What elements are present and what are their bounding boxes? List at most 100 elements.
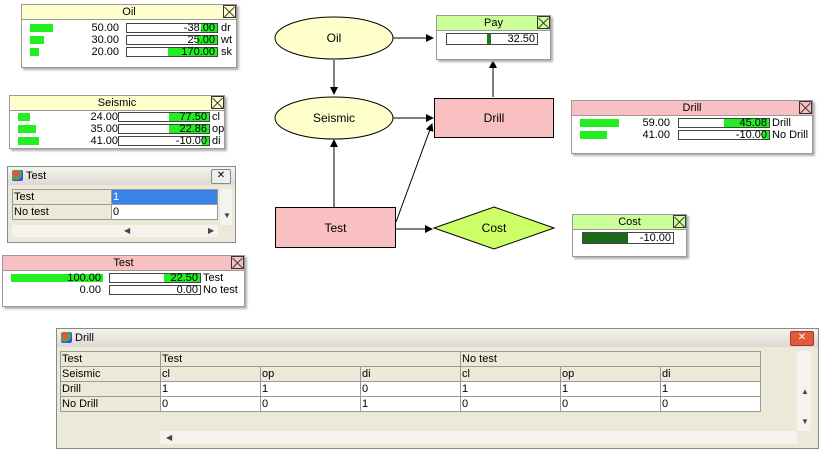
table-header-row: Test Test No test — [60, 351, 762, 367]
table-row: Drill 1 1 0 1 1 1 — [60, 381, 762, 397]
state-label: Drill — [772, 117, 791, 129]
table-cell[interactable]: 0 — [460, 396, 562, 412]
close-icon[interactable] — [799, 101, 812, 114]
state-label: Test — [203, 272, 224, 284]
table-row: Test 1 — [12, 189, 218, 205]
monitor-row: 35.00 22.86 op — [10, 123, 224, 135]
table-cell[interactable]: 0 — [260, 396, 361, 412]
node-drill[interactable]: Drill — [434, 98, 554, 138]
horizontal-scrollbar[interactable]: ◀ ▶ — [12, 225, 218, 237]
scroll-right-icon[interactable]: ▶ — [208, 226, 214, 235]
monitor-drill[interactable]: Drill 59.00 45.08 Drill 41.00 -10.00 No … — [571, 100, 813, 154]
vertical-scrollbar[interactable]: ▼ — [220, 189, 232, 225]
drill-table-titlebar[interactable]: Drill ✕ — [57, 329, 818, 347]
monitor-test-body: 100.00 22.50 Test 0.00 0.00 No test — [3, 271, 244, 296]
node-oil[interactable]: Oil — [275, 17, 393, 59]
test-table: Test 1 No test 0 — [12, 189, 218, 220]
monitor-cost-title[interactable]: Cost — [573, 215, 686, 230]
state-label: cl — [212, 111, 220, 123]
monitor-row: 20.00 170.00 sk — [22, 46, 236, 58]
test-table-window[interactable]: Test ✕ Test 1 No test 0 ▼ ◀ ▶ — [7, 166, 236, 243]
monitor-row: 50.00 -38.00 dr — [22, 22, 236, 34]
utility-box: 170.00 — [126, 47, 218, 58]
table-cell[interactable]: 1 — [660, 381, 762, 397]
header-cell: op — [260, 366, 361, 382]
table-cell[interactable]: 0 — [359, 381, 462, 397]
utility-value: 22.50 — [170, 272, 198, 284]
probability-bar — [18, 137, 39, 145]
utility-box: 22.86 — [118, 124, 210, 135]
state-label: sk — [221, 46, 232, 58]
probability-value: 59.00 — [642, 117, 670, 129]
vertical-scrollbar[interactable]: ▲ ▼ — [797, 351, 811, 431]
monitor-pay-title-text: Pay — [484, 17, 503, 29]
utility-value: -10.00 — [735, 129, 767, 141]
drill-table-window[interactable]: Drill ✕ Test Test No test Seismic cl op d… — [56, 328, 819, 449]
close-button[interactable]: ✕ — [211, 169, 231, 184]
node-test[interactable]: Test — [275, 207, 396, 248]
header-cell: di — [660, 366, 762, 382]
close-button[interactable]: ✕ — [790, 331, 814, 346]
window-title: Drill — [75, 332, 94, 344]
probability-bar — [580, 131, 607, 139]
scroll-down-icon[interactable]: ▼ — [223, 211, 231, 220]
monitor-seismic-title[interactable]: Seismic — [10, 96, 224, 111]
monitor-test-title[interactable]: Test — [3, 256, 244, 271]
app-icon — [61, 332, 72, 343]
header-cell: Test — [159, 351, 462, 367]
pay-utility-bar — [486, 34, 492, 44]
test-table-titlebar[interactable]: Test ✕ — [8, 167, 235, 185]
monitor-oil-title[interactable]: Oil — [22, 5, 236, 20]
probability-value: 24.00 — [90, 111, 118, 123]
node-test-label: Test — [324, 220, 347, 235]
table-cell[interactable]: 1 — [260, 381, 361, 397]
header-label: Seismic — [60, 366, 161, 382]
state-label: di — [212, 135, 221, 147]
table-cell-selected[interactable]: 1 — [111, 189, 218, 205]
monitor-cost[interactable]: Cost -10.00 — [572, 214, 687, 257]
scroll-left-icon[interactable]: ◀ — [124, 226, 130, 235]
monitor-test[interactable]: Test 100.00 22.50 Test 0.00 0.00 No test — [2, 255, 245, 307]
row-label: No Drill — [60, 396, 161, 412]
close-icon[interactable] — [223, 5, 236, 18]
header-cell: cl — [160, 366, 261, 382]
node-seismic[interactable]: Seismic — [275, 97, 393, 139]
monitor-oil-body: 50.00 -38.00 dr 30.00 25.00 wt 20.00 170… — [22, 20, 236, 58]
row-label: Drill — [60, 381, 161, 397]
header-cell: di — [359, 366, 462, 382]
table-row: No test 0 — [12, 204, 218, 220]
table-cell[interactable]: 0 — [560, 396, 662, 412]
monitor-seismic[interactable]: Seismic 24.00 77.50 cl 35.00 22.86 op 41… — [9, 95, 225, 149]
monitor-drill-title[interactable]: Drill — [572, 101, 812, 116]
monitor-drill-title-text: Drill — [682, 102, 702, 114]
table-cell[interactable]: 1 — [560, 381, 662, 397]
monitor-pay-title[interactable]: Pay — [437, 16, 550, 31]
scroll-down-icon[interactable]: ▼ — [801, 417, 809, 426]
header-cell: cl — [460, 366, 562, 382]
horizontal-scrollbar[interactable]: ◀ — [160, 431, 797, 444]
utility-box: -10.00 — [118, 135, 210, 147]
scroll-up-icon[interactable]: ▲ — [801, 387, 809, 396]
close-icon[interactable] — [673, 215, 686, 228]
table-cell[interactable]: 1 — [460, 381, 562, 397]
monitor-row: 59.00 45.08 Drill — [572, 117, 812, 129]
close-icon[interactable] — [231, 256, 244, 269]
node-cost[interactable]: Cost — [434, 207, 554, 249]
utility-box: 45.08 — [678, 118, 770, 129]
table-header-row: Seismic cl op di cl op di — [60, 366, 762, 382]
close-icon[interactable] — [537, 16, 550, 29]
cost-utility-bar — [583, 233, 628, 243]
table-cell[interactable]: 0 — [160, 396, 261, 412]
utility-box: -38.00 — [126, 23, 218, 34]
monitor-oil[interactable]: Oil 50.00 -38.00 dr 30.00 25.00 wt 20.00… — [21, 4, 237, 68]
app-icon — [12, 170, 23, 181]
table-cell[interactable]: 1 — [160, 381, 261, 397]
table-cell[interactable]: 0 — [111, 204, 218, 220]
node-drill-label: Drill — [483, 111, 505, 125]
table-cell[interactable]: 0 — [660, 396, 762, 412]
scroll-left-icon[interactable]: ◀ — [166, 433, 172, 442]
utility-value: -10.00 — [175, 135, 207, 147]
monitor-pay[interactable]: Pay 32.50 — [436, 15, 551, 60]
table-cell[interactable]: 1 — [359, 396, 462, 412]
close-icon[interactable] — [211, 96, 224, 109]
